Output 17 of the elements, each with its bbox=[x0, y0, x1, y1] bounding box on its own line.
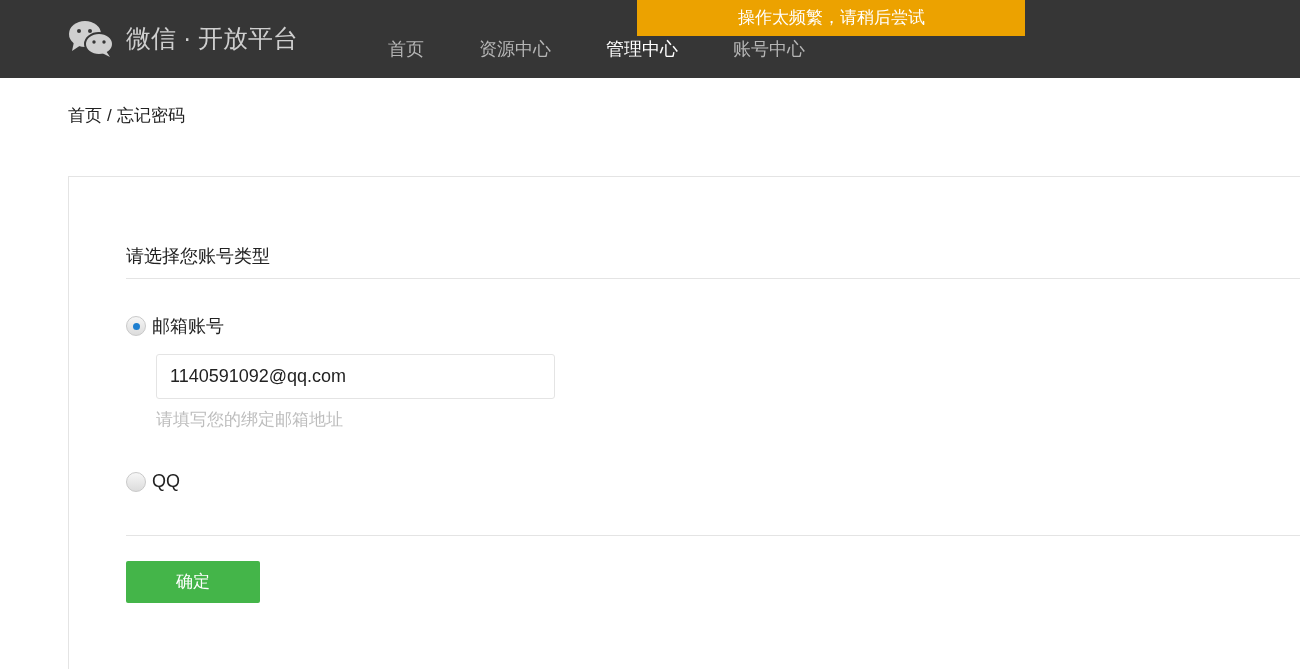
nav-link[interactable]: 账号中心 bbox=[733, 35, 805, 63]
chat-bubbles-icon bbox=[68, 20, 114, 58]
hint-text: 请填写您的绑定邮箱地址 bbox=[156, 408, 344, 431]
warning-toast: 操作太频繁，请稍后尝试 bbox=[637, 0, 1025, 36]
radio-label: QQ bbox=[152, 470, 180, 493]
radio-button[interactable] bbox=[126, 471, 146, 492]
nav-link[interactable]: 管理中心 bbox=[606, 35, 678, 63]
logo-text: 微信 · 开放平台 bbox=[126, 23, 299, 55]
nav-link[interactable]: 首页 bbox=[388, 35, 424, 63]
breadcrumb-separator: / bbox=[107, 105, 112, 127]
breadcrumb-link[interactable]: 首页 bbox=[68, 103, 102, 129]
email-field[interactable]: 1140591092@qq.com bbox=[156, 353, 555, 399]
radio-button[interactable] bbox=[126, 316, 146, 336]
section-title: 请选择您账号类型 bbox=[126, 242, 1300, 279]
breadcrumb-current: 忘记密码 bbox=[116, 105, 185, 127]
nav-link[interactable]: 资源中心 bbox=[479, 35, 551, 63]
radio-label: 邮箱账号 bbox=[152, 314, 224, 338]
